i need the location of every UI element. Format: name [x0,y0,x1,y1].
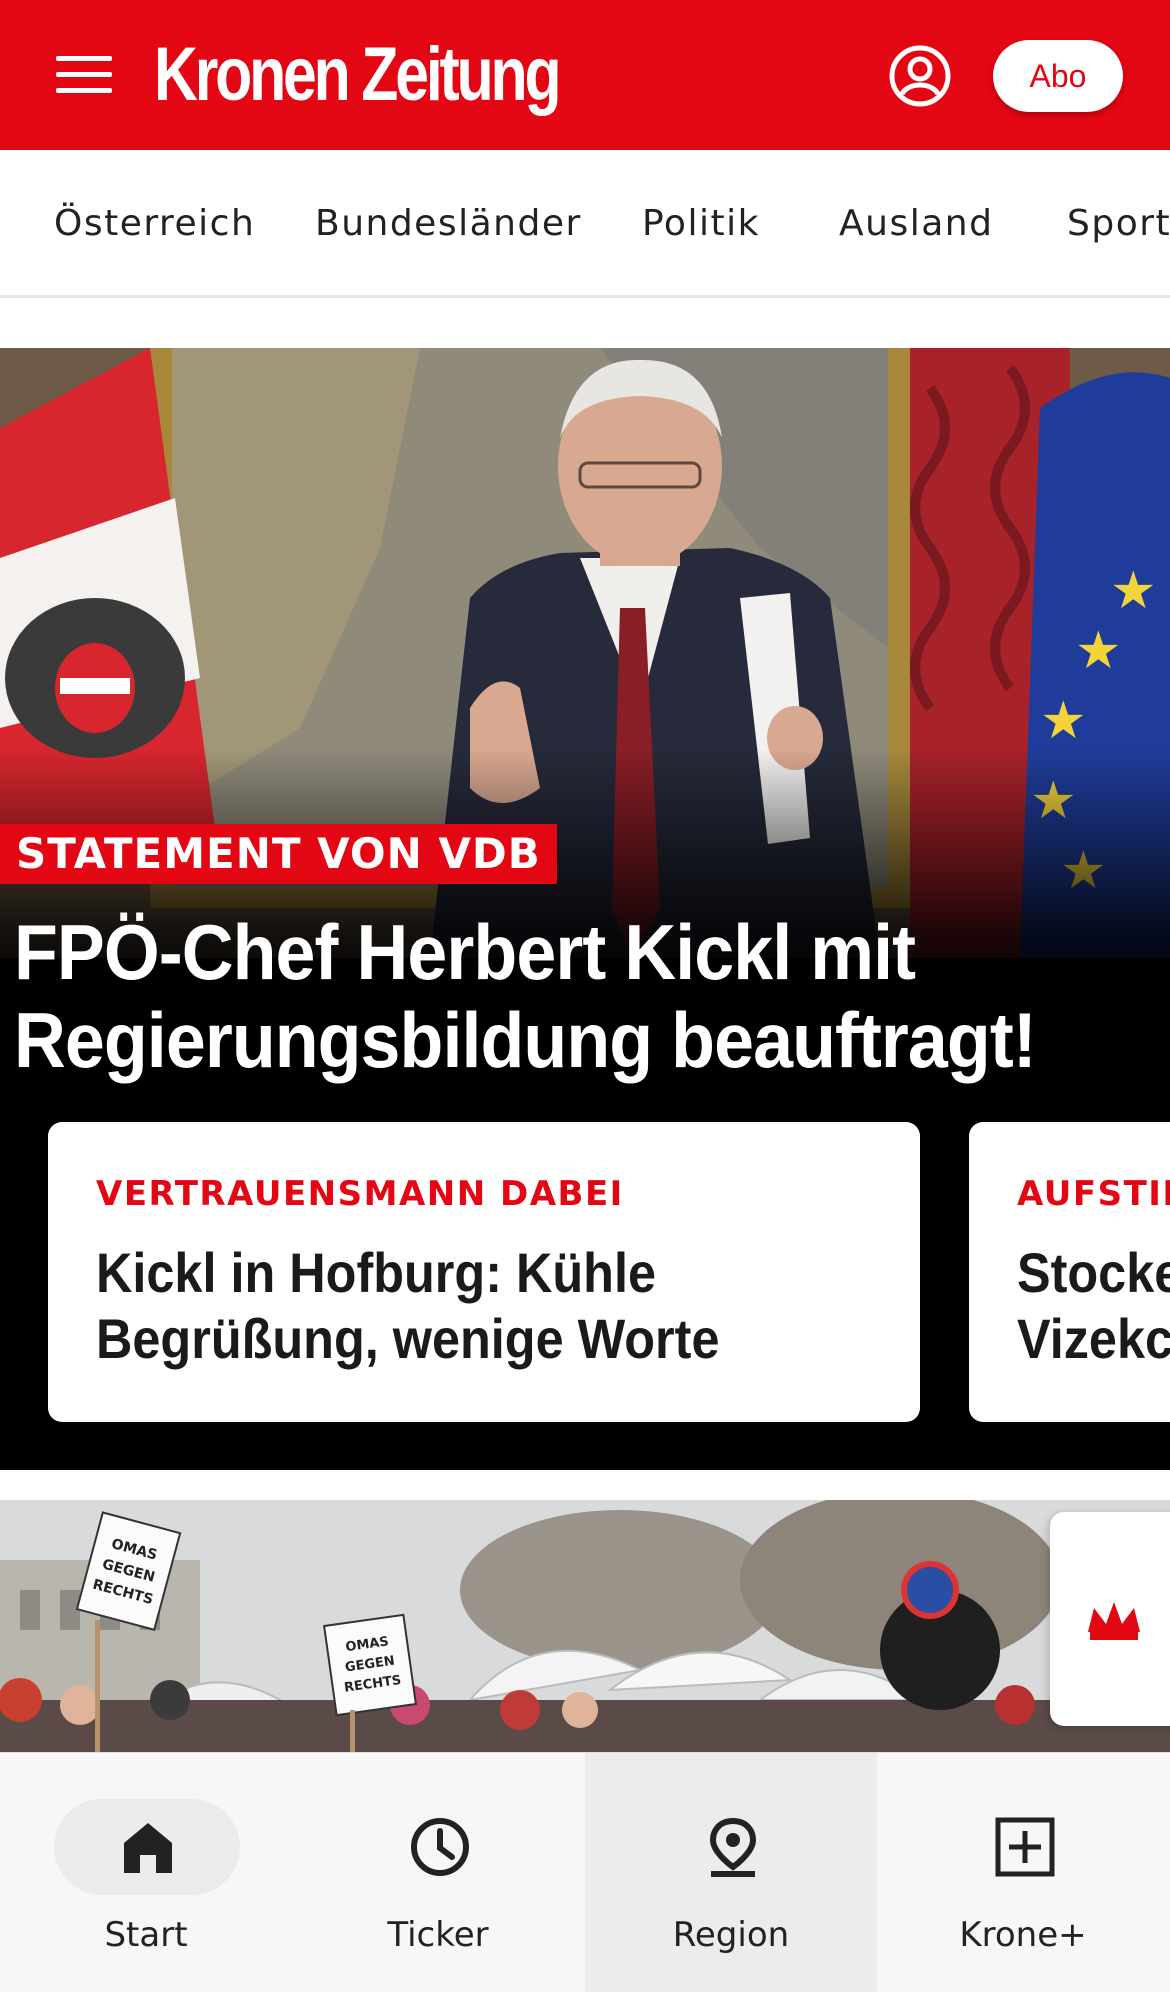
account-icon[interactable] [888,44,952,108]
krone-badge[interactable] [1050,1512,1170,1726]
site-logo[interactable]: Kronen Zeitung [154,30,562,120]
card-title: Kickl in Hofburg: Kühle Begrüßung, wenig… [96,1240,888,1372]
home-icon [124,1823,172,1873]
bottom-nav-ticker[interactable]: Ticker [292,1753,584,1992]
plus-box-icon [995,1817,1055,1877]
category-nav: Österreich Bundesländer Politik Ausland … [0,150,1170,298]
bottom-nav-label: Krone+ [959,1915,1087,1955]
category-politik[interactable]: Politik [642,200,760,248]
top-app-bar: Kronen Zeitung Abo [0,0,1170,150]
category-sport[interactable]: Sport [1067,200,1170,248]
svg-text:★: ★ [1110,561,1157,621]
teaser-card[interactable]: VERTRAUENSMANN DABEI Kickl in Hofburg: K… [48,1122,920,1422]
teaser-card[interactable]: AUFSTIE Stocke Vizekc [969,1122,1170,1422]
bottom-nav-label: Region [672,1915,790,1955]
hero-story: ★ ★ ★ ★ ★ STATEMENT VO [0,348,1170,1470]
clock-icon [411,1818,469,1876]
abo-button[interactable]: Abo [993,40,1123,112]
svg-text:★: ★ [1075,621,1122,681]
category-ausland[interactable]: Ausland [839,200,993,248]
bottom-nav-label: Start [104,1915,188,1955]
bottom-nav: Start Ticker Region Krone+ [0,1752,1170,1992]
crown-icon [1088,1602,1140,1640]
category-bundeslaender[interactable]: Bundesländer [315,200,582,248]
hero-headline[interactable]: FPÖ-Chef Herbert Kickl mit Regierungsbil… [14,908,1072,1084]
card-kicker: AUFSTIE [1017,1174,1170,1214]
card-title-line: Begrüßung, wenige Worte [96,1307,720,1370]
hero-kicker: STATEMENT VON VDB [0,824,557,884]
bottom-nav-region[interactable]: Region [585,1753,877,1992]
card-title-line: Kickl in Hofburg: Kühle [96,1241,656,1304]
card-title: Stocke Vizekc [1017,1240,1170,1372]
card-title-line: Stocke [1017,1241,1170,1304]
story-photo[interactable]: OMAS GEGEN RECHTS OMAS GEGEN RECHTS [0,1500,1170,1752]
bottom-nav-kroneplus[interactable]: Krone+ [877,1753,1169,1992]
location-pin-icon [709,1817,757,1877]
app-root: Kronen Zeitung Abo Österreich Bundesländ… [0,0,1170,1992]
card-title-line: Vizekc [1017,1307,1170,1370]
bottom-nav-label: Ticker [387,1915,489,1955]
hamburger-menu-icon[interactable] [56,54,112,96]
category-oesterreich[interactable]: Österreich [54,200,255,248]
svg-text:★: ★ [1040,691,1087,751]
bottom-nav-start[interactable]: Start [0,1753,292,1992]
card-kicker: VERTRAUENSMANN DABEI [96,1174,624,1214]
